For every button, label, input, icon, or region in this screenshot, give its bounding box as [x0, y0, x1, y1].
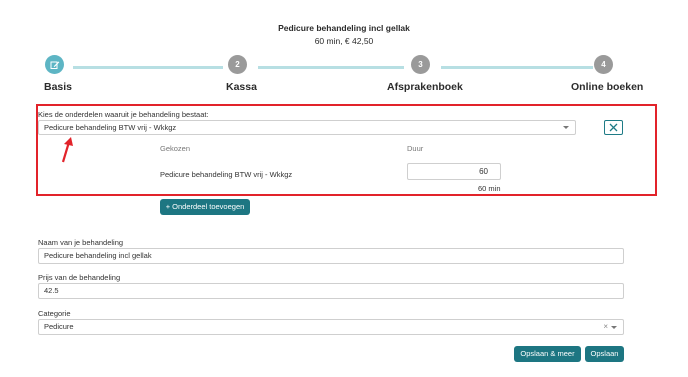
stepper-connector — [73, 66, 223, 69]
treatment-summary: 60 min, € 42,50 — [314, 36, 374, 46]
close-icon — [609, 123, 618, 132]
name-label: Naam van je behandeling — [38, 238, 124, 247]
edit-icon — [50, 61, 59, 69]
duration-text: 60 min — [478, 184, 501, 193]
clear-icon[interactable]: × — [603, 320, 608, 333]
stepper-connector — [441, 66, 593, 69]
price-label: Prijs van de behandeling — [38, 273, 121, 282]
page-header: Pedicure behandeling incl gellak 60 min,… — [0, 22, 688, 47]
duration-input[interactable]: 60 — [407, 163, 501, 180]
treatment-title: Pedicure behandeling incl gellak — [278, 23, 410, 33]
category-label: Categorie — [38, 309, 71, 318]
step-afsprakenboek[interactable]: 3 — [411, 55, 430, 74]
chevron-down-icon — [563, 126, 569, 129]
step-number: 4 — [601, 60, 606, 69]
components-select[interactable]: Pedicure behandeling BTW vrij - Wkkgz — [38, 120, 576, 135]
category-select[interactable]: Pedicure × — [38, 319, 624, 335]
add-component-button[interactable]: + Onderdeel toevoegen — [160, 199, 250, 215]
chosen-component-name: Pedicure behandeling BTW vrij - Wkkgz — [160, 170, 293, 179]
red-arrow-annotation — [61, 137, 73, 163]
category-select-value: Pedicure — [44, 322, 74, 331]
components-select-value: Pedicure behandeling BTW vrij - Wkkgz — [44, 123, 177, 132]
column-header-chosen: Gekozen — [160, 144, 191, 153]
stepper-connector — [258, 66, 404, 69]
step-label-kassa: Kassa — [226, 81, 257, 93]
step-number: 3 — [418, 60, 423, 69]
step-number: 2 — [235, 60, 240, 69]
column-header-duration: Duur — [407, 144, 424, 153]
step-label-basis: Basis — [44, 81, 73, 93]
step-label-online-boeken: Online boeken — [571, 81, 644, 93]
step-basis[interactable] — [45, 55, 64, 74]
step-online-boeken[interactable]: 4 — [594, 55, 613, 74]
step-label-afsprakenboek: Afsprakenboek — [387, 81, 463, 93]
step-kassa[interactable]: 2 — [228, 55, 247, 74]
chevron-down-icon — [611, 326, 617, 329]
remove-component-button[interactable] — [604, 120, 623, 135]
name-input[interactable]: Pedicure behandeling incl gellak — [38, 248, 624, 264]
components-label: Kies de onderdelen waaruit je behandelin… — [38, 110, 209, 119]
price-input[interactable]: 42.5 — [38, 283, 624, 299]
save-and-more-button[interactable]: Opslaan & meer — [514, 346, 581, 362]
save-button[interactable]: Opslaan — [585, 346, 624, 362]
